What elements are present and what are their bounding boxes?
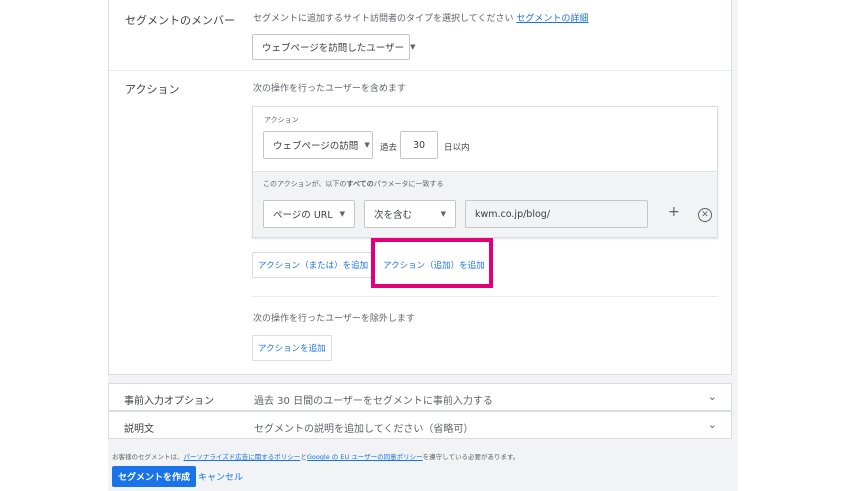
prefill-value: 過去 30 日間のユーザーをセグメントに事前入力する — [254, 396, 493, 407]
match-type-value: 次を含む — [374, 210, 413, 221]
chevron-down-icon: ▼ — [339, 210, 345, 218]
policy-notice-suffix: を遵守している必要があります。 — [422, 453, 520, 461]
divider — [252, 296, 718, 297]
chevron-down-icon[interactable]: ⌄ — [708, 418, 717, 431]
action-box-title: アクション — [264, 116, 299, 124]
include-helper: 次の操作を行ったユーザーを含めます — [253, 84, 406, 94]
exclude-helper: 次の操作を行ったユーザーを除外します — [253, 314, 415, 324]
chevron-down-icon: ▼ — [410, 43, 416, 51]
param-helper: このアクションが、以下のすべてのパラメータに一致する — [263, 179, 444, 189]
close-circle-icon[interactable]: ✕ — [698, 208, 712, 222]
chevron-down-icon: ▼ — [364, 141, 370, 149]
url-value: kwm.co.jp/blog/ — [475, 208, 551, 220]
segment-members-label: セグメントのメンバー — [125, 14, 235, 27]
eu-consent-policy-link[interactable]: Google の EU ユーザーの同意ポリシー — [307, 453, 423, 461]
description-placeholder: セグメントの説明を追加してください（省略可） — [254, 424, 474, 435]
prefill-label: 事前入力オプション — [124, 396, 214, 407]
policy-notice-prefix: お客様のセグメントは、 — [112, 453, 184, 461]
segment-members-dropdown[interactable]: ウェブページを訪問したユーザー ▼ — [252, 34, 416, 60]
days-value: 30 — [412, 139, 426, 151]
past-label: 過去 — [380, 143, 398, 153]
divider — [109, 70, 731, 71]
personalized-ads-policy-link[interactable]: パーソナライズド広告に関するポリシー — [184, 453, 301, 461]
match-type-dropdown[interactable]: 次を含む ▼ — [364, 200, 456, 228]
description-label: 説明文 — [124, 424, 154, 435]
url-input[interactable]: kwm.co.jp/blog/ — [465, 200, 648, 228]
policy-notice: お客様のセグメントは、パーソナライズド広告に関するポリシーとGoogle の E… — [112, 451, 519, 461]
segment-details-link[interactable]: セグメントの詳細 — [516, 14, 588, 24]
days-input[interactable]: 30 — [400, 131, 438, 159]
segment-editor-card: セグメントのメンバー セグメントに追加するサイト訪問者のタイプを選択してください… — [108, 0, 732, 375]
chevron-down-icon[interactable]: ⌄ — [708, 390, 717, 403]
segment-members-dropdown-value: ウェブページを訪問したユーザー — [262, 43, 405, 54]
cancel-button[interactable]: キャンセル — [198, 470, 243, 483]
parameter-area: このアクションが、以下のすべてのパラメータに一致する ページの URL ▼ 次を… — [253, 171, 717, 237]
create-segment-button[interactable]: セグメントを作成 — [112, 466, 197, 487]
highlight-frame — [371, 238, 493, 288]
action-type-dropdown[interactable]: ウェブページの訪問 ▼ — [263, 131, 373, 159]
action-condition-box: アクション ウェブページの訪問 ▼ 過去 30 日以内 このアクションが、以下の… — [252, 106, 718, 238]
segment-members-helper-text: セグメントに追加するサイト訪問者のタイプを選択してください — [253, 14, 514, 24]
prefill-options-row[interactable]: 事前入力オプション 過去 30 日間のユーザーをセグメントに事前入力する ⌄ — [108, 383, 732, 411]
chevron-down-icon: ▼ — [440, 210, 446, 218]
param-helper-prefix: このアクションが、以下の — [263, 180, 347, 188]
days-suffix: 日以内 — [444, 143, 470, 153]
parameter-dropdown-value: ページの URL — [273, 210, 333, 221]
param-helper-suffix: パラメータに一致する — [373, 180, 444, 188]
plus-icon[interactable]: + — [668, 204, 680, 220]
action-label: アクション — [125, 83, 180, 96]
action-type-value: ウェブページの訪問 — [273, 141, 359, 152]
add-action-or-button[interactable]: アクション（または）を追加 — [252, 252, 375, 278]
segment-members-helper: セグメントに追加するサイト訪問者のタイプを選択してください セグメントの詳細 — [253, 11, 588, 24]
add-exclude-action-button[interactable]: アクションを追加 — [252, 335, 332, 361]
param-helper-bold: すべての — [346, 180, 374, 188]
description-row[interactable]: 説明文 セグメントの説明を追加してください（省略可） ⌄ — [108, 411, 732, 439]
parameter-dropdown[interactable]: ページの URL ▼ — [263, 200, 355, 228]
